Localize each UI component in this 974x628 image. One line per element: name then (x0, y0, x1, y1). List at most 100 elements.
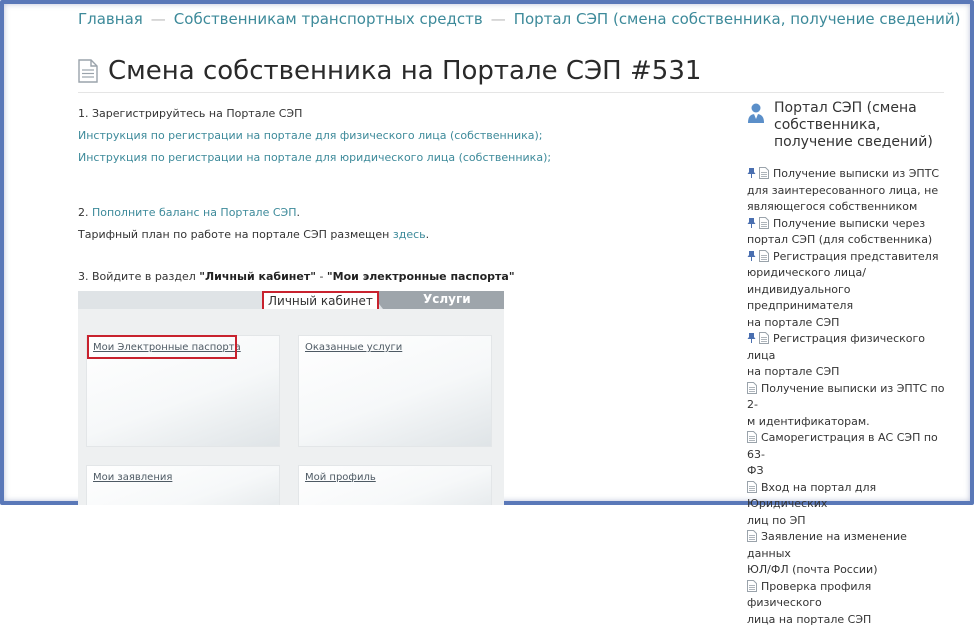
document-icon (747, 431, 757, 443)
sidebar-header: Портал СЭП (смена собственника, получени… (747, 100, 944, 151)
sidebar-item-text: на портале СЭП (747, 365, 839, 378)
sidebar-item-2[interactable]: Получение выписки через портал СЭП (для с… (747, 216, 947, 249)
sidebar-item-text: юридического лица/ (747, 266, 866, 279)
user-icon (747, 102, 765, 124)
pin-icon (747, 251, 756, 261)
page-title-row: Смена собственника на Портале СЭП #531 (78, 56, 701, 86)
document-icon (759, 332, 769, 344)
tariff-label: Тарифный план по работе на портале СЭП р… (78, 228, 393, 241)
sidebar-item-line: лиц по ЭП (747, 513, 947, 530)
sidebar-item-6[interactable]: Саморегистрация в АС СЭП по 63- ФЗ (747, 430, 947, 480)
sidebar-item-line: являющегося собственником (747, 199, 947, 216)
screenshot-card-profile: Мой профиль (298, 465, 492, 505)
sidebar-item-line: Получение выписки через (747, 216, 947, 233)
sidebar-item-8[interactable]: Заявление на изменение данных ЮЛ/ФЛ (почт… (747, 529, 947, 579)
screenshot-card-profile-label: Мой профиль (305, 472, 376, 483)
sidebar-item-line: Вход на портал для Юридических (747, 480, 947, 513)
sidebar-title: Портал СЭП (смена собственника, получени… (774, 100, 944, 151)
sidebar-list: Получение выписки из ЭПТСдля заинтересов… (747, 166, 947, 628)
tariff-text: Тарифный план по работе на портале СЭП р… (78, 228, 429, 241)
sidebar-item-text: Заявление на изменение данных (747, 530, 907, 560)
pin-icon (747, 333, 756, 343)
sidebar-item-text: ЮЛ/ФЛ (почта России) (747, 563, 878, 576)
page-title: Смена собственника на Портале СЭП #531 (108, 56, 701, 86)
document-icon (759, 167, 769, 179)
breadcrumb: Главная — Собственникам транспортных средс… (78, 10, 960, 28)
tariff-link-here[interactable]: здесь (393, 228, 426, 241)
step1-link-individual[interactable]: Инструкция по регистрации на портале для… (78, 129, 542, 142)
sidebar-item-text: лица на портале СЭП (747, 613, 871, 626)
sidebar-item-line: Регистрация представителя (747, 249, 947, 266)
sidebar-item-line: Проверка профиля физического (747, 579, 947, 612)
screenshot-card-services: Оказанные услуги (298, 335, 492, 447)
sidebar-item-line: индивидуального предпринимателя (747, 282, 947, 315)
tariff-suffix: . (426, 228, 430, 241)
sidebar-item-4[interactable]: Регистрация физического лица на портале С… (747, 331, 947, 381)
sidebar-item-1[interactable]: Получение выписки из ЭПТСдля заинтересов… (747, 166, 947, 216)
step1-label: 1. Зарегистрируйтесь на Портале СЭП (78, 107, 302, 120)
breadcrumb-separator: — (151, 10, 166, 28)
screenshot-tab-services-label: Услуги (423, 292, 471, 306)
sidebar-item-line: ЮЛ/ФЛ (почта России) (747, 562, 947, 579)
document-icon (747, 382, 757, 394)
sidebar-item-text: Регистрация представителя (773, 250, 938, 263)
sidebar-item-line: для заинтересованного лица, не (747, 183, 947, 200)
sidebar-item-text: ФЗ (747, 464, 764, 477)
sidebar-item-text: Получение выписки через (773, 217, 925, 230)
screenshot-body: Мои Электронные паспорта Оказанные услуг… (78, 309, 504, 505)
title-divider (78, 92, 944, 93)
document-icon (747, 580, 757, 592)
screenshot-card-services-label: Оказанные услуги (305, 342, 402, 353)
step3-label: 3. Войдите в раздел "Личный кабинет" - "… (78, 270, 515, 283)
sidebar-item-text: портал СЭП (для собственника) (747, 233, 932, 246)
sidebar-item-text: Саморегистрация в АС СЭП по 63- (747, 431, 938, 461)
screenshot-tab-services: Услуги (383, 291, 504, 309)
step2-prefix: 2. (78, 206, 92, 219)
sidebar-item-line: ФЗ (747, 463, 947, 480)
document-icon (759, 250, 769, 262)
sidebar-item-text: м идентификаторам. (747, 415, 870, 428)
sidebar-item-text: индивидуального предпринимателя (747, 283, 853, 313)
sidebar-item-text: Получение выписки из ЭПТС по 2- (747, 382, 945, 412)
step2-label: 2. Пополните баланс на Портале СЭП. (78, 206, 300, 219)
step3-bold-passports: "Мои электронные паспорта" (327, 270, 515, 283)
screenshot-highlight-box (87, 335, 237, 359)
sidebar-item-text: Регистрация физического лица (747, 332, 925, 362)
sidebar-item-text: лиц по ЭП (747, 514, 806, 527)
step3-prefix: 3. Войдите в раздел (78, 270, 199, 283)
sidebar-item-5[interactable]: Получение выписки из ЭПТС по 2- м идентиф… (747, 381, 947, 431)
step3-bold-cabinet: "Личный кабинет" (199, 270, 316, 283)
pin-icon (747, 168, 756, 178)
sidebar-item-line: лица на портале СЭП (747, 612, 947, 628)
sidebar-item-line: Саморегистрация в АС СЭП по 63- (747, 430, 947, 463)
breadcrumb-separator: — (491, 10, 506, 28)
sidebar-item-line: м идентификаторам. (747, 414, 947, 431)
pin-icon (747, 218, 756, 228)
sidebar-item-line: портал СЭП (для собственника) (747, 232, 947, 249)
sidebar-item-7[interactable]: Вход на портал для Юридических лиц по ЭП (747, 480, 947, 530)
document-icon (747, 481, 757, 493)
sidebar-item-line: юридического лица/ (747, 265, 947, 282)
screenshot-card-applications: Мои заявления (86, 465, 280, 505)
sidebar-item-line: Получение выписки из ЭПТС (747, 166, 947, 183)
sidebar-item-text: Вход на портал для Юридических (747, 481, 876, 511)
step2-suffix: . (297, 206, 301, 219)
sidebar-item-text: Проверка профиля физического (747, 580, 871, 610)
breadcrumb-section[interactable]: Собственникам транспортных средств (174, 10, 483, 28)
document-icon (759, 217, 769, 229)
sidebar-item-text: являющегося собственником (747, 200, 917, 213)
screenshot-card-applications-label: Мои заявления (93, 472, 172, 483)
step1-link-legal[interactable]: Инструкция по регистрации на портале для… (78, 151, 551, 164)
document-icon (78, 59, 98, 83)
sidebar-item-line: на портале СЭП (747, 315, 947, 332)
step3-dash: - (316, 270, 327, 283)
sidebar-item-text: для заинтересованного лица, не (747, 184, 938, 197)
sidebar-item-text: на портале СЭП (747, 316, 839, 329)
sidebar-item-3[interactable]: Регистрация представителя юридического ли… (747, 249, 947, 332)
step2-link-balance[interactable]: Пополните баланс на Портале СЭП (92, 206, 297, 219)
breadcrumb-current[interactable]: Портал СЭП (смена собственника, получени… (514, 10, 961, 28)
sidebar-item-9[interactable]: Проверка профиля физического лица на порт… (747, 579, 947, 628)
breadcrumb-home[interactable]: Главная (78, 10, 143, 28)
sidebar-item-line: Заявление на изменение данных (747, 529, 947, 562)
sidebar-item-line: Получение выписки из ЭПТС по 2- (747, 381, 947, 414)
